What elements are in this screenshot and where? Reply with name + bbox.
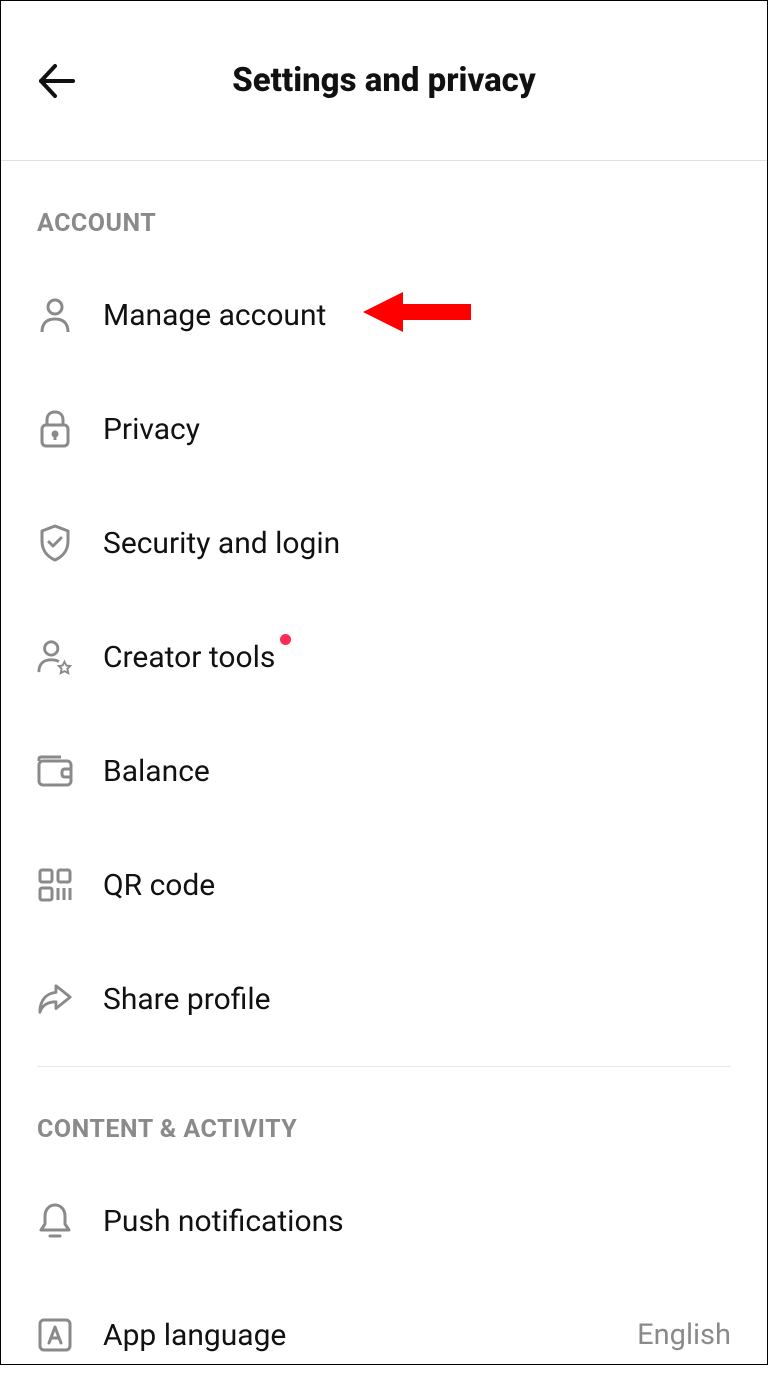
section-header-content-activity: CONTENT & ACTIVITY [37,1115,731,1144]
content: ACCOUNT Manage account Privacy [1,209,767,1392]
list-item-security[interactable]: Security and login [37,486,731,600]
list-item-app-language[interactable]: App language English [37,1278,731,1392]
item-value: English [637,1318,731,1352]
list-item-qr-code[interactable]: QR code [37,828,731,942]
shield-icon [37,525,73,561]
qr-code-icon [37,867,73,903]
header: Settings and privacy [1,1,767,161]
item-label: Share profile [103,982,271,1017]
person-icon [37,297,73,333]
list-item-manage-account[interactable]: Manage account [37,258,731,372]
page-title: Settings and privacy [31,61,737,100]
item-label: Push notifications [103,1204,344,1239]
language-icon [37,1317,73,1353]
share-icon [37,981,73,1017]
list-item-balance[interactable]: Balance [37,714,731,828]
divider [37,1066,731,1067]
item-label: Balance [103,754,210,789]
item-label: App language [103,1318,286,1353]
back-button[interactable] [35,58,81,104]
list-item-push-notifications[interactable]: Push notifications [37,1164,731,1278]
person-star-icon [37,639,73,675]
list-item-creator-tools[interactable]: Creator tools [37,600,731,714]
item-label: Privacy [103,412,200,447]
list-item-share-profile[interactable]: Share profile [37,942,731,1056]
item-label: QR code [103,868,215,903]
section-header-account: ACCOUNT [37,209,731,238]
notification-dot-icon [280,634,291,645]
arrow-left-icon [35,58,81,104]
item-label: Creator tools [103,640,275,675]
item-label: Manage account [103,298,326,333]
list-item-privacy[interactable]: Privacy [37,372,731,486]
item-label: Security and login [103,526,340,561]
lock-icon [37,411,73,447]
bell-icon [37,1203,73,1239]
wallet-icon [37,753,73,789]
